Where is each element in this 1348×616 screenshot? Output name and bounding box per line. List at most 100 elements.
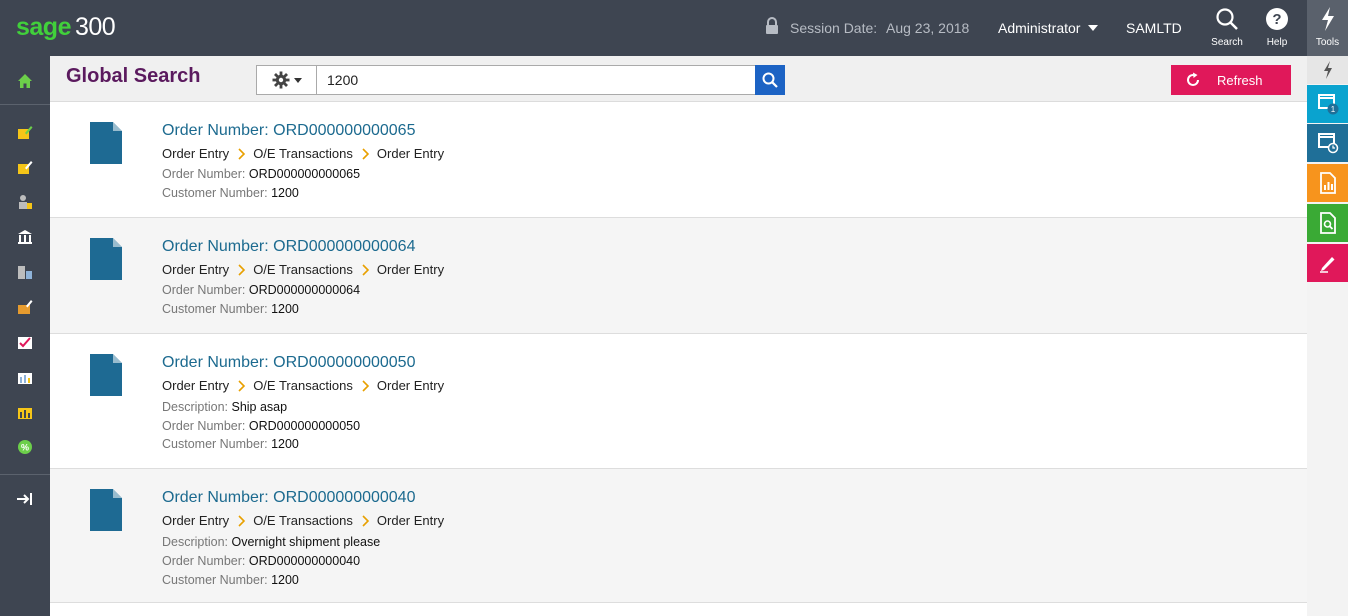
breadcrumb-item[interactable]: O/E Transactions [253,262,353,277]
nav-divider [0,474,50,475]
breadcrumb-item[interactable]: Order Entry [377,378,444,393]
tools-button-label: Tools [1315,37,1340,48]
search-result[interactable]: Order Number: ORD000000000040 Order Entr… [50,469,1307,603]
session-date-value[interactable]: Aug 23, 2018 [886,20,969,36]
field-label: Order Number: [162,419,246,433]
search-submit-button[interactable] [755,65,785,95]
result-field: Customer Number: 1200 [162,437,299,451]
nav-payables[interactable] [0,152,50,182]
result-breadcrumb: Order Entry O/E Transactions Order Entry [162,513,444,528]
global-search-input[interactable] [316,65,756,95]
field-label: Description: [162,400,228,414]
field-value: ORD000000000065 [248,167,361,181]
nav-tax-services[interactable]: % [0,432,50,462]
rail-reports[interactable] [1307,164,1348,202]
open-windows-badge: 1 [1330,105,1335,114]
field-label: Description: [162,535,228,549]
search-button-label: Search [1211,37,1243,48]
right-rail: 1 [1307,56,1348,616]
nav-purchase-orders[interactable] [0,362,50,392]
person-icon [19,195,32,209]
field-value: 1200 [271,437,299,451]
chevron-right-icon [362,263,370,276]
field-label: Customer Number: [162,302,268,316]
field-value: ORD000000000040 [248,554,361,568]
nav-home[interactable] [0,66,50,96]
ledger-icon [18,126,33,139]
breadcrumb-item[interactable]: Order Entry [162,262,229,277]
company-name[interactable]: SAMLTD [1126,20,1182,36]
result-field: Order Number: ORD000000000040 [162,554,360,568]
result-field: Order Number: ORD000000000065 [162,167,360,181]
document-search-icon [1319,212,1336,234]
chevron-right-icon [362,379,370,392]
left-nav: % [0,56,50,616]
nav-bank[interactable] [0,222,50,252]
search-result[interactable]: Order Number: ORD000000000050 Order Entr… [50,334,1307,469]
logo-version: 300 [74,13,116,41]
nav-order-entry[interactable] [0,327,50,357]
document-icon [90,354,122,396]
field-value: 1200 [271,573,299,587]
search-button[interactable]: Search [1203,4,1251,52]
breadcrumb-item[interactable]: O/E Transactions [253,378,353,393]
refresh-button[interactable]: Refresh [1171,65,1291,95]
chevron-right-icon [238,514,246,527]
search-result[interactable]: Order Number: ORD000000000064 Order Entr… [50,218,1307,334]
window-clock-icon [1317,133,1338,154]
result-title-link[interactable]: Order Number: ORD000000000050 [162,354,415,372]
result-title-link[interactable]: Order Number: ORD000000000040 [162,489,415,507]
breadcrumb-item[interactable]: Order Entry [377,146,444,161]
result-field: Customer Number: 1200 [162,573,299,587]
help-button[interactable]: ? Help [1253,4,1301,52]
rail-inquiries[interactable] [1307,204,1348,242]
building-icon [18,266,32,279]
tools-button[interactable]: Tools [1307,0,1348,56]
result-breadcrumb: Order Entry O/E Transactions Order Entry [162,146,444,161]
window-icon: 1 [1317,94,1338,115]
field-value: 1200 [271,186,299,200]
sage-logo[interactable]: sage 300 [16,12,116,42]
nav-receivables[interactable] [0,187,50,217]
breadcrumb-item[interactable]: O/E Transactions [253,513,353,528]
document-icon [90,122,122,164]
result-title-link[interactable]: Order Number: ORD000000000064 [162,238,415,256]
result-field: Customer Number: 1200 [162,186,299,200]
rail-open-windows[interactable]: 1 [1307,85,1348,123]
nav-expand[interactable] [0,484,50,514]
chevron-right-icon [238,147,246,160]
field-label: Order Number: [162,554,246,568]
svg-text:%: % [21,443,29,453]
search-options-button[interactable] [256,65,316,95]
breadcrumb-item[interactable]: Order Entry [162,378,229,393]
nav-project-costing[interactable] [0,397,50,427]
svg-text:?: ? [1272,11,1281,28]
payables-icon [18,161,33,174]
user-menu[interactable]: Administrator [998,20,1099,36]
help-icon: ? [1266,8,1288,30]
result-title-link[interactable]: Order Number: ORD000000000065 [162,122,415,140]
gear-icon [272,71,289,89]
chevron-right-icon [362,147,370,160]
field-value: Overnight shipment please [231,535,381,549]
field-value: 1200 [271,302,299,316]
rail-recent-windows[interactable] [1307,124,1348,162]
report-document-icon [1319,172,1336,194]
result-field: Description: Ship asap [162,400,287,414]
nav-company[interactable] [0,257,50,287]
breadcrumb-item[interactable]: O/E Transactions [253,146,353,161]
breadcrumb-item[interactable]: Order Entry [377,513,444,528]
field-value: Ship asap [231,400,288,414]
breadcrumb-item[interactable]: Order Entry [377,262,444,277]
breadcrumb-item[interactable]: Order Entry [162,146,229,161]
rail-tools[interactable] [1307,244,1348,282]
field-label: Customer Number: [162,573,268,587]
chevron-right-icon [238,263,246,276]
lightning-icon [1323,61,1332,79]
field-label: Order Number: [162,167,246,181]
breadcrumb-item[interactable]: Order Entry [162,513,229,528]
search-result[interactable]: Order Number: ORD000000000065 Order Entr… [50,102,1307,218]
rail-quick-actions[interactable] [1307,56,1348,84]
nav-inventory[interactable] [0,292,50,322]
nav-general-ledger[interactable] [0,117,50,147]
